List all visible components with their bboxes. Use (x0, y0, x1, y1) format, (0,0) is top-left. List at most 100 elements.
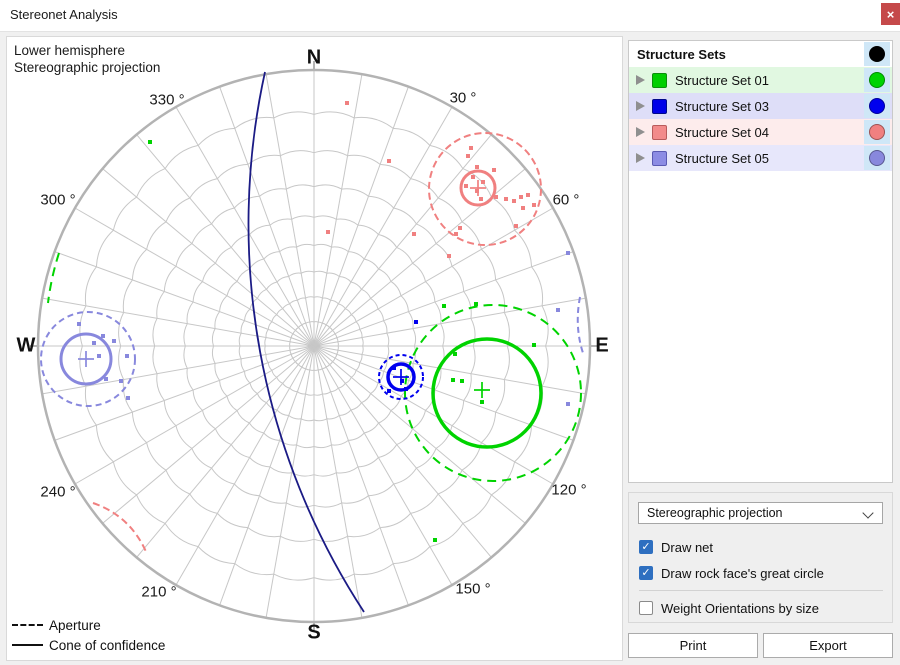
projection-note: Lower hemisphere Stereographic projectio… (14, 42, 160, 76)
plot-controls-panel: Stereographic projection ✓ Draw net ✓ Draw … (628, 492, 893, 623)
projection-type-note: Stereographic projection (14, 59, 160, 76)
print-button[interactable]: Print (628, 633, 758, 658)
legend-cone-label: Cone of confidence (49, 638, 165, 653)
orientation-point (77, 322, 81, 326)
checked-checkbox[interactable]: ✓ (639, 540, 653, 554)
expander-triangle-icon[interactable] (636, 153, 645, 163)
stereonet-plot-panel: Lower hemisphere Stereographic projectio… (6, 36, 623, 661)
structure-set-row[interactable]: Structure Set 05 (629, 145, 892, 171)
structure-set-list: Structure Set 01 Structure Set 03 Structur… (629, 67, 892, 171)
set-layer (41, 251, 584, 406)
orientation-point (101, 334, 105, 338)
expander-triangle-icon[interactable] (636, 75, 645, 85)
orientation-point (148, 140, 152, 144)
azimuth-label: 60 ° (553, 192, 580, 209)
structure-set-row[interactable]: Structure Set 04 (629, 119, 892, 145)
options-divider (639, 590, 883, 591)
set-color-cell[interactable] (864, 146, 890, 170)
orientation-point (442, 304, 446, 308)
set-color-cell[interactable] (864, 120, 890, 144)
set-color-swatch[interactable] (652, 151, 667, 166)
orientation-point (475, 165, 479, 169)
orientation-point (566, 251, 570, 255)
orientation-point (532, 203, 536, 207)
compass-north-label: N (307, 47, 321, 70)
orientation-point (532, 343, 536, 347)
structure-sets-panel: Structure Sets Structure Set 01Structure… (628, 40, 893, 483)
plot-legend: Aperture Cone of confidence (12, 615, 165, 655)
unchecked-checkbox[interactable] (639, 601, 653, 615)
orientation-point (458, 226, 462, 230)
set-label: Structure Set 04 (675, 125, 769, 140)
expander-triangle-icon[interactable] (636, 101, 645, 111)
azimuth-label: 330 ° (149, 92, 184, 109)
orientation-point (326, 230, 330, 234)
window-title: Stereonet Analysis (10, 7, 118, 22)
orientation-point (404, 387, 408, 391)
export-button[interactable]: Export (763, 633, 893, 658)
orientation-point (119, 379, 123, 383)
dashed-line-sample (12, 624, 43, 626)
projection-select-value: Stereographic projection (647, 506, 783, 520)
legend-aperture-label: Aperture (49, 618, 101, 633)
orientation-point (474, 302, 478, 306)
orientation-point (387, 159, 391, 163)
orientation-point (480, 400, 484, 404)
orientation-point (460, 379, 464, 383)
set-color-cell[interactable] (864, 68, 890, 92)
orientation-point (414, 320, 418, 324)
legend-aperture: Aperture (12, 615, 165, 635)
checkbox-row: ✓ Draw rock face's great circle (639, 560, 883, 586)
orientation-point (92, 341, 96, 345)
orientation-point (400, 379, 404, 383)
set-label: Structure Set 03 (675, 99, 769, 114)
set-color-dot (869, 98, 885, 114)
azimuth-label: 150 ° (455, 581, 490, 598)
compass-east-label: E (595, 335, 608, 358)
structure-set-row[interactable]: Structure Set 01 (629, 67, 892, 93)
checkbox-row: ✓ Draw net (639, 534, 883, 560)
aperture-wrap-arc (48, 253, 59, 303)
orientation-point (521, 206, 525, 210)
azimuth-label: 240 ° (40, 484, 75, 501)
orientation-point (454, 232, 458, 236)
orientation-point (492, 168, 496, 172)
stereonet-plot (7, 37, 622, 660)
all-sets-color-dot (869, 46, 885, 62)
checkbox-label: Weight Orientations by size (661, 601, 819, 616)
structure-set-row[interactable]: Structure Set 03 (629, 93, 892, 119)
orientation-point (345, 101, 349, 105)
plot-options: ✓ Draw net ✓ Draw rock face's great circle W… (639, 534, 883, 621)
set-color-swatch[interactable] (652, 99, 667, 114)
orientation-point (412, 232, 416, 236)
checked-checkbox[interactable]: ✓ (639, 566, 653, 580)
set-label: Structure Set 05 (675, 151, 769, 166)
orientation-point (494, 195, 498, 199)
checkbox-label: Draw rock face's great circle (661, 566, 824, 581)
set-color-dot (869, 124, 885, 140)
orientation-point (514, 224, 518, 228)
orientation-point (453, 352, 457, 356)
azimuth-label: 210 ° (141, 584, 176, 601)
orientation-point (447, 254, 451, 258)
orientation-point (556, 308, 560, 312)
legend-cone: Cone of confidence (12, 635, 165, 655)
set-color-swatch[interactable] (652, 125, 667, 140)
checkbox-label: Draw net (661, 540, 713, 555)
orientation-point (526, 193, 530, 197)
orientation-point (471, 175, 475, 179)
aperture-wrap-arc (93, 503, 147, 554)
cone-of-confidence-circle (433, 339, 541, 447)
set-color-cell[interactable] (864, 94, 890, 118)
orientation-point (504, 197, 508, 201)
all-sets-color-cell[interactable] (864, 42, 890, 66)
hemisphere-note: Lower hemisphere (14, 42, 160, 59)
azimuth-label: 120 ° (551, 482, 586, 499)
orientation-point (512, 199, 516, 203)
azimuth-label: 300 ° (40, 192, 75, 209)
orientation-point (481, 180, 485, 184)
set-color-swatch[interactable] (652, 73, 667, 88)
projection-select[interactable]: Stereographic projection (638, 502, 883, 524)
close-button[interactable]: × (881, 3, 900, 25)
expander-triangle-icon[interactable] (636, 127, 645, 137)
